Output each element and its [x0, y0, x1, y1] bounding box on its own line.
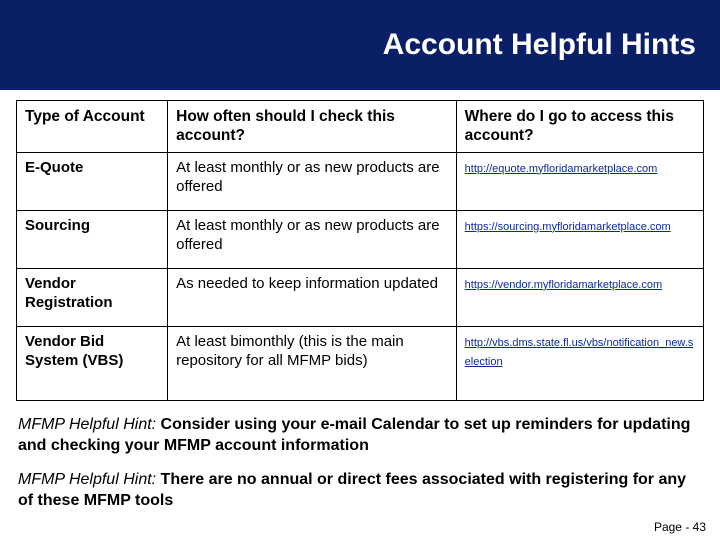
hint-paragraph: MFMP Helpful Hint: Consider using your e…: [16, 415, 704, 457]
cell-frequency: At least bimonthly (this is the main rep…: [168, 326, 457, 400]
table-row: Vendor Bid System (VBS) At least bimonth…: [17, 326, 704, 400]
cell-frequency: As needed to keep information updated: [168, 268, 457, 326]
cell-type: Sourcing: [17, 210, 168, 268]
access-link[interactable]: https://sourcing.myfloridamarketplace.co…: [465, 221, 671, 233]
table-header-row: Type of Account How often should I check…: [17, 101, 704, 153]
hints-table: Type of Account How often should I check…: [16, 100, 704, 401]
page-title: Account Helpful Hints: [383, 28, 696, 62]
table-row: E-Quote At least monthly or as new produ…: [17, 152, 704, 210]
cell-access: https://vendor.myfloridamarketplace.com: [456, 268, 703, 326]
th-type: Type of Account: [17, 101, 168, 153]
cell-frequency: At least monthly or as new products are …: [168, 210, 457, 268]
access-link[interactable]: http://vbs.dms.state.fl.us/vbs/notificat…: [465, 337, 694, 368]
page-number: Page - 43: [654, 520, 706, 534]
content-area: Type of Account How often should I check…: [0, 90, 720, 512]
slide-header: Account Helpful Hints: [0, 0, 720, 90]
access-link[interactable]: https://vendor.myfloridamarketplace.com: [465, 279, 662, 291]
hint-paragraph: MFMP Helpful Hint: There are no annual o…: [16, 470, 704, 512]
cell-type: Vendor Registration: [17, 268, 168, 326]
cell-access: http://equote.myfloridamarketplace.com: [456, 152, 703, 210]
th-access: Where do I go to access this account?: [456, 101, 703, 153]
cell-type: E-Quote: [17, 152, 168, 210]
hint-lead: MFMP Helpful Hint:: [18, 416, 161, 433]
table-row: Vendor Registration As needed to keep in…: [17, 268, 704, 326]
hint-lead: MFMP Helpful Hint:: [18, 471, 161, 488]
cell-access: http://vbs.dms.state.fl.us/vbs/notificat…: [456, 326, 703, 400]
cell-access: https://sourcing.myfloridamarketplace.co…: [456, 210, 703, 268]
th-frequency: How often should I check this account?: [168, 101, 457, 153]
table-row: Sourcing At least monthly or as new prod…: [17, 210, 704, 268]
cell-frequency: At least monthly or as new products are …: [168, 152, 457, 210]
cell-type: Vendor Bid System (VBS): [17, 326, 168, 400]
access-link[interactable]: http://equote.myfloridamarketplace.com: [465, 163, 658, 175]
